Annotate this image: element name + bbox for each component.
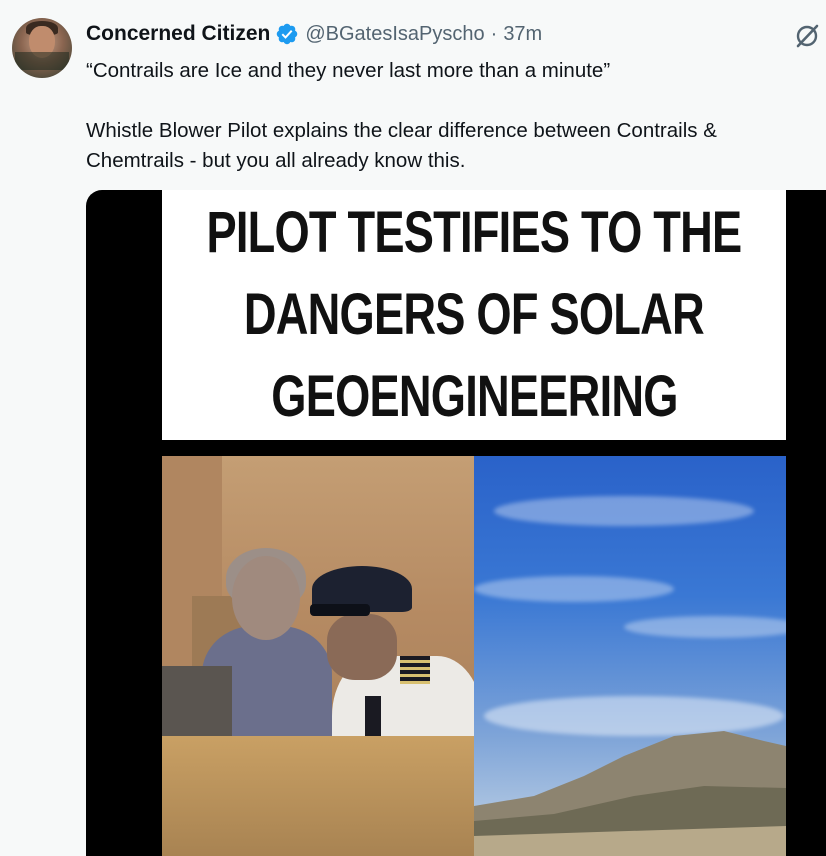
banner-line-1: PILOT TESTIFIES TO THE — [206, 200, 743, 265]
video-media[interactable]: PILOT TESTIFIES TO THE DANGERS OF SOLAR … — [86, 190, 826, 856]
banner-line-3: GEOENGINEERING — [270, 364, 678, 429]
header-separator: · — [490, 22, 498, 45]
grok-icon[interactable] — [793, 22, 821, 50]
author-avatar[interactable] — [12, 18, 72, 78]
post-header: Concerned Citizen @BGatesIsaPyscho · 37m — [86, 21, 542, 47]
post-timestamp[interactable]: 37m — [503, 23, 542, 46]
avatar-overlay — [15, 52, 69, 70]
author-handle[interactable]: @BGatesIsaPyscho — [305, 23, 484, 46]
hearing-desk — [162, 736, 474, 856]
video-frame-sky — [474, 456, 786, 856]
video-title-banner: PILOT TESTIFIES TO THE DANGERS OF SOLAR … — [162, 190, 786, 440]
verified-badge-icon[interactable] — [275, 22, 299, 46]
mountain-landscape — [474, 731, 786, 856]
post-text-body: Whistle Blower Pilot explains the clear … — [86, 119, 717, 172]
video-frame-hearing-room — [162, 456, 474, 856]
author-name[interactable]: Concerned Citizen — [86, 22, 270, 46]
post-text-quote: “Contrails are Ice and they never last m… — [86, 59, 611, 82]
post-text: “Contrails are Ice and they never last m… — [86, 56, 816, 176]
banner-line-2: DANGERS OF SOLAR — [243, 282, 705, 347]
